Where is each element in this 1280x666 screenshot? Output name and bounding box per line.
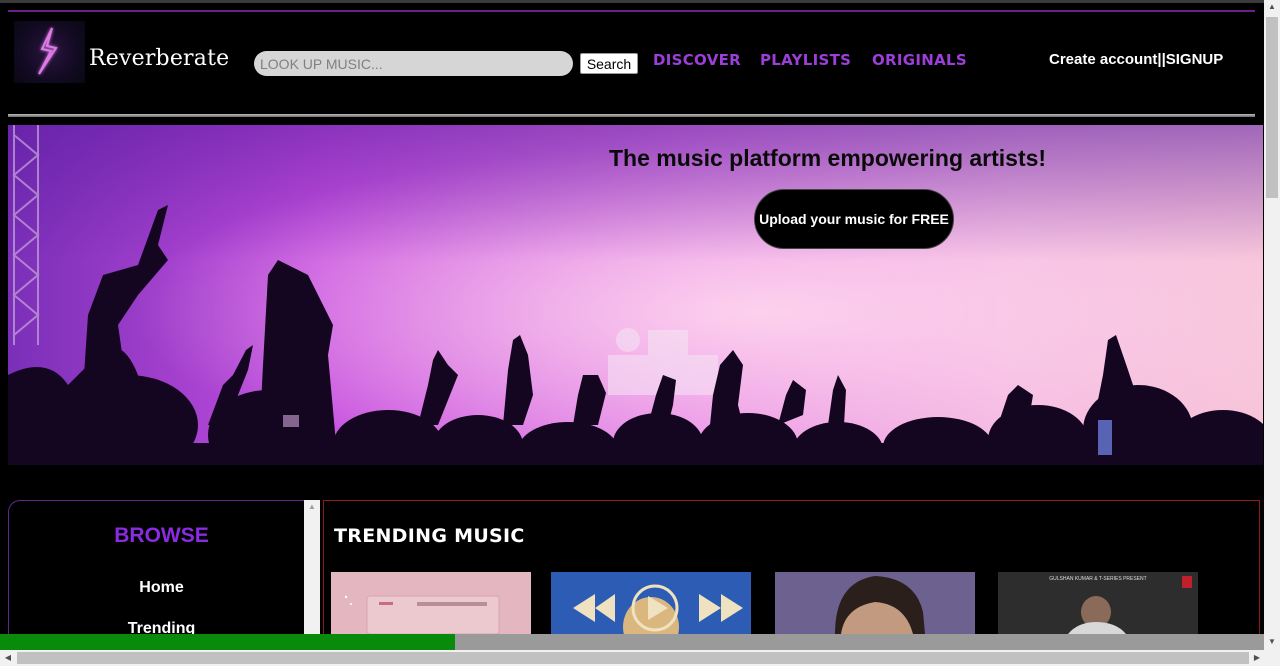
horizontal-scroll-thumb[interactable]: [17, 652, 1249, 664]
header-top-divider: [8, 10, 1255, 12]
album-art-image: [331, 572, 531, 634]
logo-image[interactable]: [14, 21, 85, 83]
trending-card-4[interactable]: GULSHAN KUMAR & T-SERIES PRESENT: [998, 572, 1198, 634]
browse-scrollbar[interactable]: ▲: [304, 500, 320, 634]
trending-card-1[interactable]: [331, 572, 531, 634]
browse-title: BROWSE: [114, 524, 209, 547]
nav-discover-link[interactable]: DISCOVER: [653, 51, 741, 69]
scroll-up-icon[interactable]: ▲: [1264, 2, 1280, 11]
create-account-signup-link[interactable]: Create account||SIGNUP: [1049, 51, 1223, 68]
brand-name[interactable]: Reverberate: [89, 46, 229, 71]
browse-item-home[interactable]: Home: [9, 579, 314, 597]
progress-fill: [0, 634, 455, 650]
search-button[interactable]: Search: [580, 53, 638, 74]
scroll-left-icon[interactable]: ◀: [0, 653, 16, 662]
lightning-bolt-icon: [38, 27, 58, 75]
scroll-right-icon[interactable]: ▶: [1249, 653, 1265, 662]
scroll-down-icon[interactable]: ▼: [1264, 637, 1280, 646]
browse-item-trending[interactable]: Trending: [9, 620, 314, 634]
hero-title: The music platform empowering artists!: [609, 145, 1047, 171]
scroll-up-arrow-icon[interactable]: ▲: [304, 502, 320, 511]
window-top-strip: [0, 0, 1264, 3]
vertical-scroll-thumb[interactable]: [1266, 17, 1278, 198]
hero-banner: [8, 125, 1263, 465]
nav-originals-link[interactable]: ORIGINALS: [872, 51, 967, 69]
trending-card-3[interactable]: [775, 572, 975, 634]
browse-sidebar: BROWSE Home Trending: [8, 500, 320, 634]
card-caption: GULSHAN KUMAR & T-SERIES PRESENT: [1049, 576, 1147, 582]
header-bottom-divider: [8, 114, 1255, 117]
album-art-image: [775, 572, 975, 634]
search-input[interactable]: [254, 51, 573, 76]
trending-title: TRENDING MUSIC: [334, 525, 525, 547]
nav-playlists-link[interactable]: PLAYLISTS: [760, 51, 851, 69]
trending-card-2[interactable]: [551, 572, 751, 634]
concert-crowd-image: [8, 125, 1263, 465]
album-art-image: [551, 572, 751, 634]
upload-music-button[interactable]: Upload your music for FREE: [754, 189, 954, 249]
